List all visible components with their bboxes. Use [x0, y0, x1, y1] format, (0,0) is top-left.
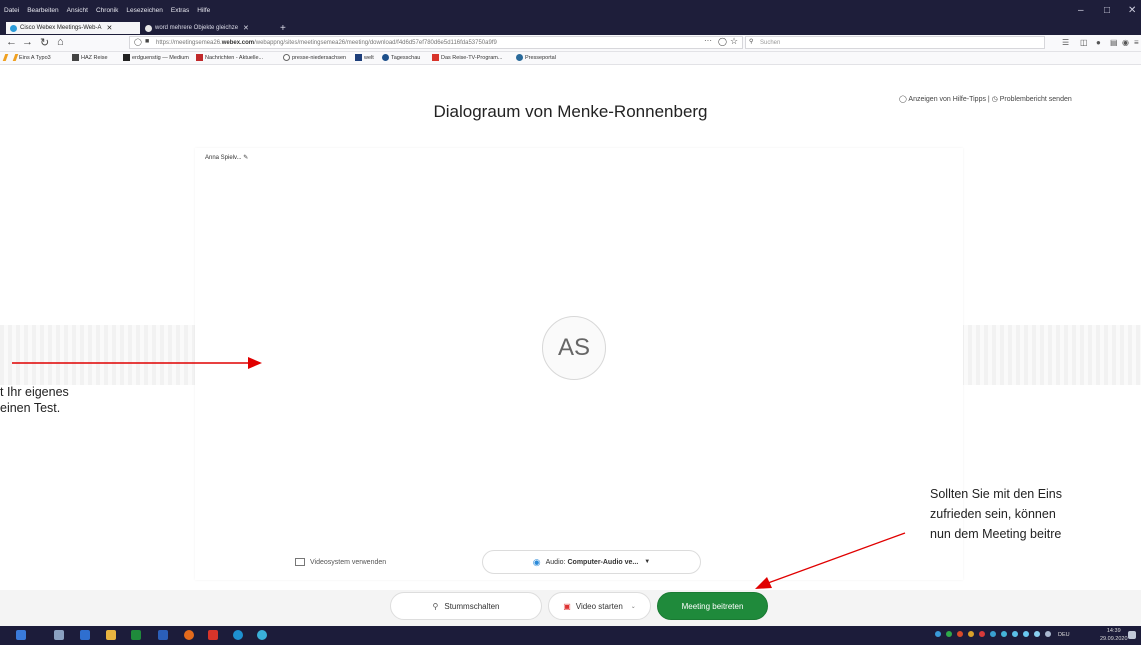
tray-icon[interactable]: [1001, 631, 1007, 637]
word-icon[interactable]: [158, 630, 168, 640]
skype-icon[interactable]: [233, 630, 243, 640]
acrobat-icon[interactable]: [208, 630, 218, 640]
app2-icon[interactable]: [257, 630, 267, 640]
tray-icon[interactable]: [979, 631, 985, 637]
windows-start-icon[interactable]: [16, 630, 26, 640]
app-icon[interactable]: [80, 630, 90, 640]
annotation-arrows: [12, 357, 906, 645]
arrow-to-join-button: [755, 532, 906, 589]
tray-icon[interactable]: [1012, 631, 1018, 637]
task-view-icon[interactable]: [54, 630, 64, 640]
notification-icon[interactable]: [1128, 631, 1136, 639]
speaker-icon[interactable]: [1045, 631, 1051, 637]
tray-icon[interactable]: [935, 631, 941, 637]
network-icon[interactable]: [1034, 631, 1040, 637]
tray-icon[interactable]: [1023, 631, 1029, 637]
file-explorer-icon[interactable]: [106, 630, 116, 640]
language-indicator[interactable]: DEU: [1058, 632, 1070, 638]
tray-icon[interactable]: [990, 631, 996, 637]
firefox-icon[interactable]: [184, 630, 194, 640]
taskbar: DEU 14:39 29.09.2020: [0, 626, 1141, 645]
arrow-left-pointer: [12, 357, 262, 369]
tray-icon[interactable]: [968, 631, 974, 637]
excel-icon[interactable]: [131, 630, 141, 640]
tray-icon[interactable]: [957, 631, 963, 637]
tray-icon[interactable]: [946, 631, 952, 637]
clock[interactable]: 14:39 29.09.2020: [1100, 627, 1128, 643]
